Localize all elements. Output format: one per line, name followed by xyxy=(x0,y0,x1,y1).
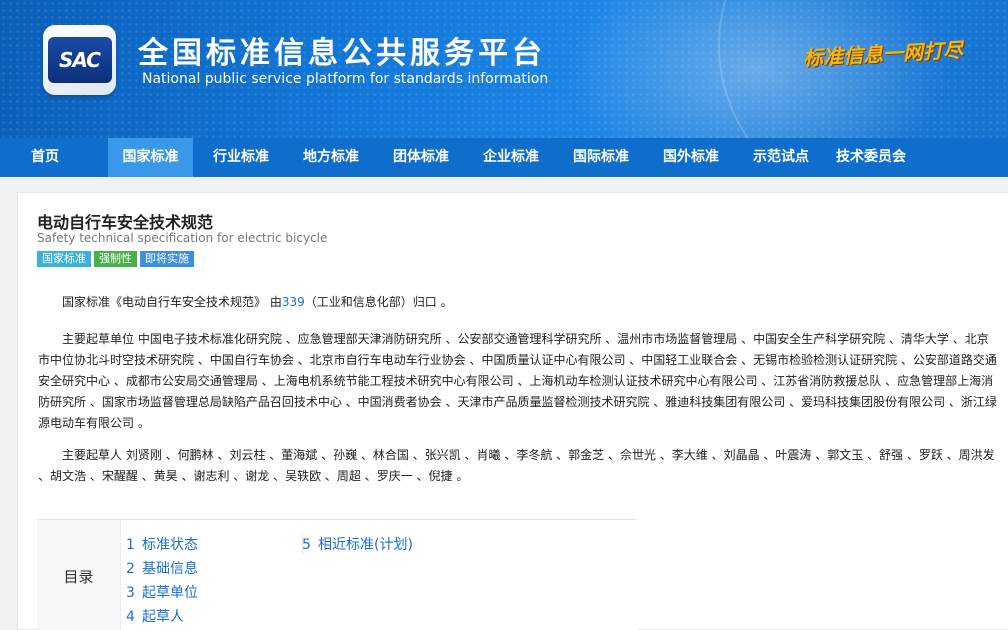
toc-label: 目录 xyxy=(37,520,121,630)
toc-item-basic-info[interactable]: 2 基础信息 xyxy=(126,557,198,581)
table-of-contents: 目录 1 标准状态 2 基础信息 3 起草单位 4 起草人 5 相近标准(计划) xyxy=(37,519,637,630)
nav-home[interactable]: 首页 xyxy=(0,138,90,177)
intro-paragraph: 国家标准《电动自行车安全技术规范》 由339（工业和信息化部）归口 。 xyxy=(38,292,998,313)
sac-logo-text: SAC xyxy=(47,37,112,83)
tag-upcoming: 即将实施 xyxy=(140,251,194,267)
drafters-text: 主要起草人 刘贤刚 、何鹏林 、刘云柱 、董海斌 、孙巍 、林合国 、张兴凯 、… xyxy=(38,448,995,483)
toc-item-similar-standards[interactable]: 5 相近标准(计划) xyxy=(302,533,413,557)
toc-item-drafting-units[interactable]: 3 起草单位 xyxy=(126,581,198,605)
nav-international-standards[interactable]: 国际标准 xyxy=(557,138,645,177)
intro-prefix: 国家标准《电动自行车安全技术规范》 由 xyxy=(62,295,282,309)
drafters-paragraph: 主要起草人 刘贤刚 、何鹏林 、刘云柱 、董海斌 、孙巍 、林合国 、张兴凯 、… xyxy=(38,445,998,487)
standard-detail-card: 电动自行车安全技术规范 Safety technical specificati… xyxy=(17,192,1008,630)
nav-enterprise-standards[interactable]: 企业标准 xyxy=(467,138,555,177)
toc-left-column: 1 标准状态 2 基础信息 3 起草单位 4 起草人 xyxy=(126,533,198,629)
nav-group-standards[interactable]: 团体标准 xyxy=(377,138,465,177)
drafting-units-text: 主要起草单位 中国电子技术标准化研究院 、应急管理部天津消防研究所 、公安部交通… xyxy=(38,332,997,430)
standard-title: 电动自行车安全技术规范 xyxy=(37,213,214,232)
globe-outline xyxy=(718,0,1008,138)
main-nav: 首页 国家标准 行业标准 地方标准 团体标准 企业标准 国际标准 国外标准 示范… xyxy=(0,138,1008,177)
standard-tags: 国家标准 强制性 即将实施 xyxy=(37,251,194,267)
tag-national-standard: 国家标准 xyxy=(37,251,91,267)
nav-pilot-demo[interactable]: 示范试点 xyxy=(737,138,825,177)
tag-mandatory: 强制性 xyxy=(94,251,137,267)
toc-item-drafters[interactable]: 4 起草人 xyxy=(126,605,198,629)
site-subtitle: National public service platform for sta… xyxy=(142,71,549,87)
standard-title-en: Safety technical specification for elect… xyxy=(37,231,328,245)
drafting-units-paragraph: 主要起草单位 中国电子技术标准化研究院 、应急管理部天津消防研究所 、公安部交通… xyxy=(38,329,998,434)
sac-logo[interactable]: SAC xyxy=(43,25,116,95)
site-header: SAC 全国标准信息公共服务平台 National public service… xyxy=(0,0,1008,138)
committee-link[interactable]: 339 xyxy=(282,295,305,309)
nav-national-standards[interactable]: 国家标准 xyxy=(108,138,193,177)
toc-item-status[interactable]: 1 标准状态 xyxy=(126,533,198,557)
nav-local-standards[interactable]: 地方标准 xyxy=(287,138,375,177)
nav-technical-committee[interactable]: 技术委员会 xyxy=(827,138,915,177)
toc-right-column: 5 相近标准(计划) xyxy=(302,533,413,557)
nav-industry-standards[interactable]: 行业标准 xyxy=(197,138,285,177)
intro-suffix: （工业和信息化部）归口 。 xyxy=(304,295,453,309)
nav-foreign-standards[interactable]: 国外标准 xyxy=(647,138,735,177)
site-title: 全国标准信息公共服务平台 xyxy=(138,36,546,71)
